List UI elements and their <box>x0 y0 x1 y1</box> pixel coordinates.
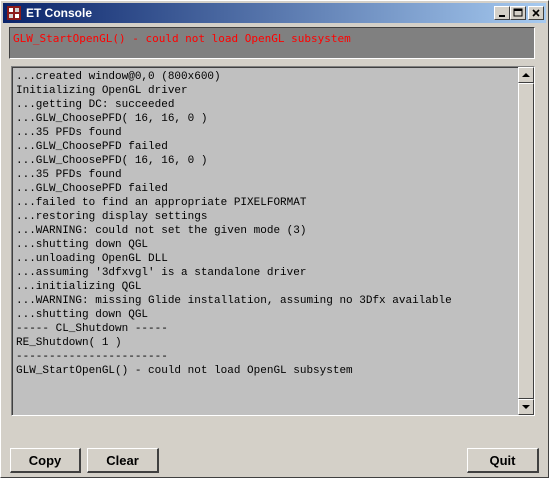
console-line: ...shutting down QGL <box>16 239 149 251</box>
console-line: ...WARNING: could not set the given mode… <box>16 225 307 237</box>
console-line: ...35 PFDs found <box>16 127 122 139</box>
error-status-bar: GLW_StartOpenGL() - could not load OpenG… <box>9 27 535 59</box>
console-line: ...35 PFDs found <box>16 169 122 181</box>
console-line: ----- CL_Shutdown ----- <box>16 323 168 335</box>
maximize-icon <box>513 8 523 17</box>
console-line: ...initializing QGL <box>16 281 142 293</box>
close-button[interactable] <box>528 6 544 20</box>
window-title: ET Console <box>26 6 93 20</box>
console-line: ...GLW_ChoosePFD failed <box>16 183 168 195</box>
close-icon <box>532 9 540 17</box>
minimize-button[interactable] <box>494 6 510 20</box>
console-line: ...failed to find an appropriate PIXELFO… <box>16 197 307 209</box>
maximize-button[interactable] <box>510 6 526 20</box>
console-output[interactable]: ...created window@0,0 (800x600) Initializ… <box>11 66 535 416</box>
console-line: ...GLW_ChoosePFD failed <box>16 141 168 153</box>
error-message: GLW_StartOpenGL() - could not load OpenG… <box>13 32 351 45</box>
minimize-icon <box>499 15 505 17</box>
console-line: ...WARNING: missing Glide installation, … <box>16 295 452 307</box>
scroll-up-button[interactable] <box>518 67 534 83</box>
vertical-scrollbar[interactable] <box>518 67 534 415</box>
console-line: ...GLW_ChoosePFD( 16, 16, 0 ) <box>16 155 208 167</box>
scroll-down-button[interactable] <box>518 399 534 415</box>
arrow-up-icon <box>522 73 530 77</box>
et-app-icon <box>7 6 21 20</box>
console-line: ...shutting down QGL <box>16 309 149 321</box>
console-line: GLW_StartOpenGL() - could not load OpenG… <box>16 365 353 377</box>
console-log: ...created window@0,0 (800x600) Initializ… <box>16 70 452 378</box>
console-line: ...created window@0,0 (800x600) <box>16 71 221 83</box>
copy-button[interactable]: Copy <box>10 448 81 473</box>
console-line: RE_Shutdown( 1 ) <box>16 337 122 349</box>
arrow-down-icon <box>522 405 530 409</box>
quit-button[interactable]: Quit <box>467 448 539 473</box>
console-window: ET Console GLW_StartOpenGL() - could not… <box>0 0 549 478</box>
clear-button[interactable]: Clear <box>87 448 159 473</box>
console-line: ----------------------- <box>16 351 168 363</box>
console-line: ...GLW_ChoosePFD( 16, 16, 0 ) <box>16 113 208 125</box>
title-bar[interactable]: ET Console <box>3 3 546 23</box>
console-line: ...assuming '3dfxvgl' is a standalone dr… <box>16 267 307 279</box>
console-line: Initializing OpenGL driver <box>16 85 188 97</box>
console-line: ...getting DC: succeeded <box>16 99 175 111</box>
scroll-thumb[interactable] <box>518 83 534 399</box>
console-line: ...restoring display settings <box>16 211 208 223</box>
console-line: ...unloading OpenGL DLL <box>16 253 168 265</box>
console-text-area[interactable]: ...created window@0,0 (800x600) Initializ… <box>12 67 518 415</box>
